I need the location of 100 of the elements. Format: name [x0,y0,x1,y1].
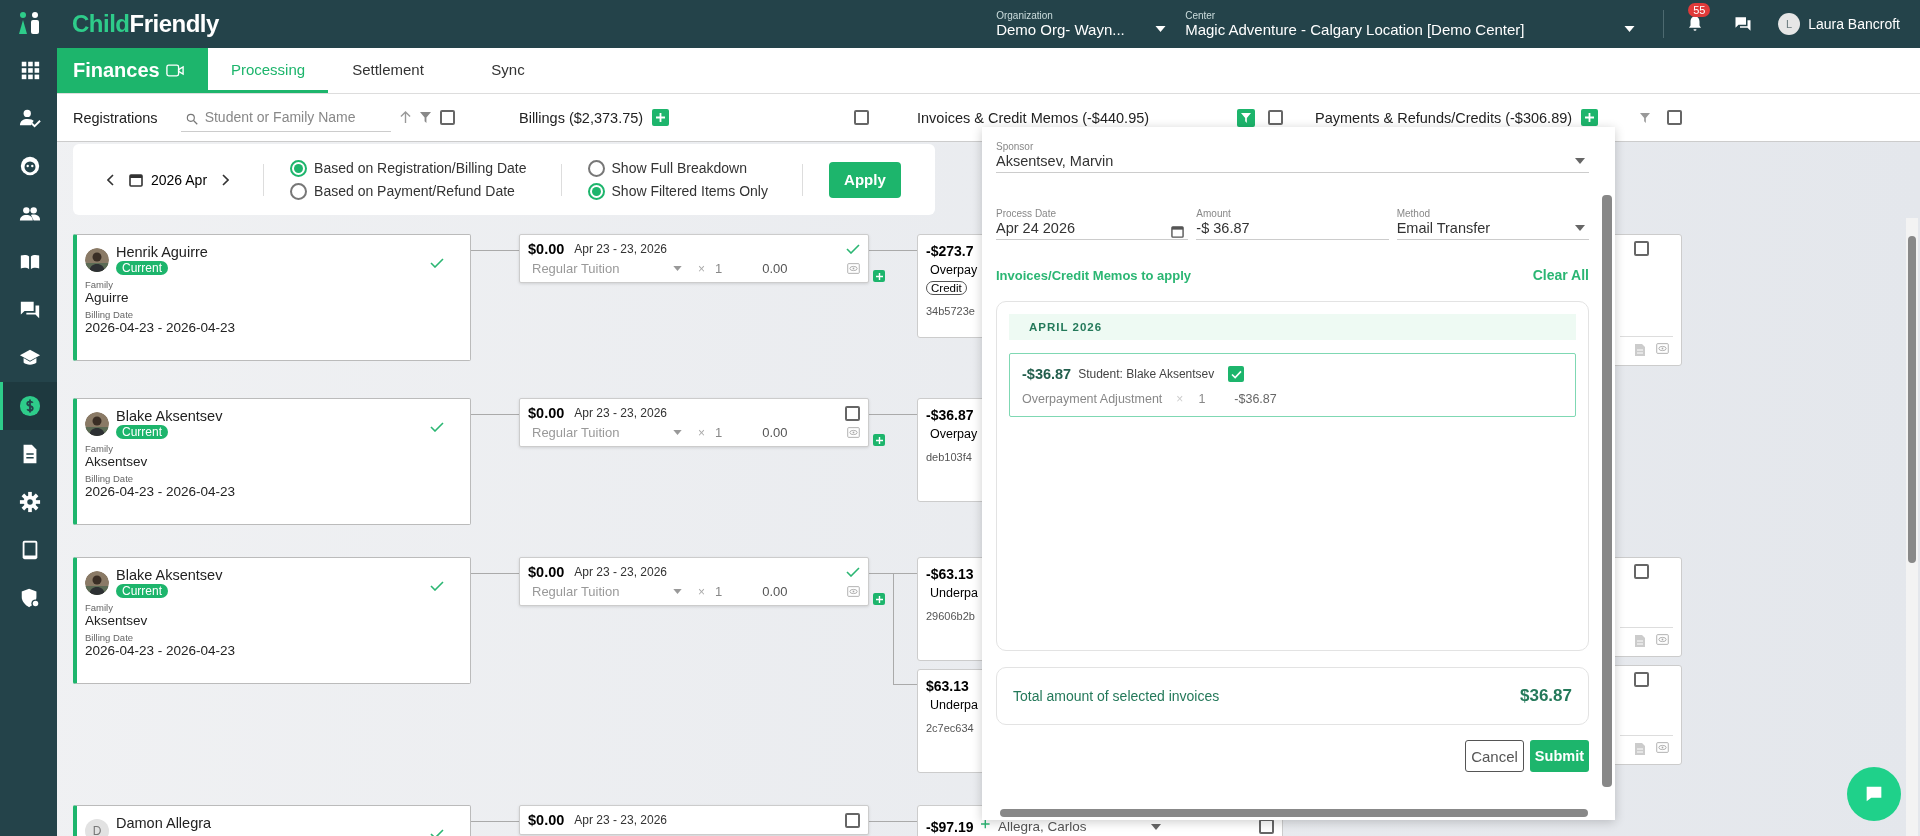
connector-line [471,414,519,415]
period-label: 2026 Apr [151,171,208,188]
billing-dates: 2026-04-23 - 2026-04-23 [85,643,237,658]
registration-card[interactable]: D Damon Allegra [73,805,471,836]
next-icon[interactable] [221,173,230,186]
checkbox[interactable] [439,110,455,125]
field-label: Billing Date [85,632,135,643]
calendar-icon[interactable] [1171,225,1185,238]
add-button[interactable] [873,593,885,605]
student-name: Henrik Aguirre [116,244,208,260]
caret-icon [1624,26,1636,32]
column-title: Billings ($2,373.75) [519,109,644,126]
sort-icon[interactable] [399,111,411,124]
field-label: Sponsor [996,141,1034,152]
add-icon[interactable] [981,819,991,829]
plus-icon [875,436,883,444]
filter-icon[interactable] [419,112,431,123]
add-button[interactable] [873,270,885,282]
field-label: Amount [1196,208,1231,219]
sponsor-select[interactable]: Allegra, Carlos [998,819,1161,834]
field-label: Process Date [996,208,1057,219]
quantity: 1 [1198,392,1206,406]
billing-dates: Apr 23 - 23, 2026 [574,565,668,579]
radio-option[interactable]: Show Filtered Items Only [587,182,768,200]
memo-reference: 34b5723e [926,304,975,317]
checkbox[interactable] [854,110,869,125]
connector-line [471,250,519,251]
calendar-icon[interactable] [129,172,143,187]
invoice-amount: -$36.87 [1022,366,1072,382]
quantity: 1 [715,425,723,440]
billing-card[interactable]: $0.00 Apr 23 - 23, 2026 Regular Tuition × 1 0.00 [519,398,869,447]
add-button[interactable] [652,109,670,126]
dollar-icon[interactable] [0,382,57,430]
line-total: 0.00 [762,584,788,599]
quantity: 1 [715,261,723,276]
checkbox[interactable] [845,405,860,421]
user-avatar[interactable]: L [1778,13,1801,35]
process-date-field[interactable]: Apr 24 2026 [996,219,1189,240]
radio-option[interactable]: Based on Payment/Refund Date [290,182,527,200]
checkbox[interactable] [1228,366,1245,382]
checkbox[interactable] [1268,110,1283,125]
invoice-item[interactable]: -$36.87 Student: Blake Aksentsev Overpayment Adjustment × 1 -$36.87 [1009,353,1576,417]
filter-button[interactable] [1237,108,1255,127]
center-select[interactable]: Center Magic Adventure - Calgary Location [Demo Center] [1185,10,1638,38]
line-total: 0.00 [762,261,788,276]
field-label: Family [85,443,114,454]
registration-card[interactable]: Blake Aksentsev Current Family Aksentsev Billing Date 2026-04-23 - 2026-04-23 [73,398,471,525]
organization-select[interactable]: Organization Demo Org- Wayn... [996,10,1169,38]
previous-icon[interactable] [107,173,115,186]
column-title: Payments & Refunds/Credits (-$306.89) [1315,109,1573,126]
student-label: Student: Blake Aksentsev [1078,367,1215,381]
scrollbar[interactable] [1906,218,1918,836]
memo-amount: -$97.19 [926,819,974,835]
memo-amount: $63.13 [926,678,969,694]
tab[interactable]: Settlement [328,48,448,93]
caret-icon [673,589,682,594]
checkbox[interactable] [1634,672,1649,687]
billing-dates: 2026-04-23 - 2026-04-23 [85,320,237,335]
add-button[interactable] [1581,109,1599,126]
checkbox[interactable] [845,812,860,828]
line-total: 0.00 [762,425,788,440]
radio-option[interactable]: Show Full Breakdown [587,159,768,177]
memo-amount: -$273.7 [926,243,974,259]
section-title: Invoices/Credit Memos to apply [996,267,1192,283]
memo-description: Overpay [930,263,978,277]
memo-description: Underpa [930,698,978,712]
user-name[interactable]: Laura Bancroft [1808,16,1900,32]
tab[interactable]: Sync [448,48,568,93]
add-button[interactable] [873,434,885,446]
cancel-button[interactable]: Cancel [1465,740,1524,772]
memo-description: Overpay [930,427,978,441]
billing-dates: Apr 23 - 23, 2026 [574,242,668,256]
checkbox[interactable] [1667,110,1682,125]
billing-amount: $0.00 [528,241,565,257]
caret-icon[interactable] [1575,225,1585,231]
status-tag: Current [116,261,168,275]
invoice-description: Overpayment Adjustment [1022,392,1163,406]
total-label: Total amount of selected invoices [1013,688,1220,704]
sponsor-select[interactable]: Aksentsev, Marvin [996,152,1589,173]
help-video-icon[interactable] [165,63,184,78]
quantity: 1 [715,584,723,599]
times-sign: × [1176,392,1184,406]
field-label: Family [85,279,114,290]
radio-option[interactable]: Based on Registration/Billing Date [290,159,527,177]
registration-card[interactable]: Henrik Aguirre Current Family Aguirre Billing Date 2026-04-23 - 2026-04-23 [73,234,471,361]
memo-amount: -$63.13 [926,566,974,582]
caret-icon[interactable] [1575,158,1585,164]
method-select[interactable]: Email Transfer [1396,219,1589,240]
total-amount: $36.87 [1520,686,1572,706]
messages-icon[interactable] [1734,15,1753,33]
status-tag: Current [116,584,168,598]
amount-field[interactable]: -$ 36.87 [1196,219,1389,240]
registration-card[interactable]: Blake Aksentsev Current Family Aksentsev Billing Date 2026-04-23 - 2026-04-23 [73,557,471,684]
checkbox[interactable] [1634,564,1649,579]
billing-card[interactable]: $0.00 Apr 23 - 23, 2026 [519,805,869,835]
checkbox[interactable] [1634,241,1649,256]
field-label: Method [1396,208,1430,219]
connector-line [869,414,917,415]
line-total: -$36.87 [1234,392,1277,406]
notification-count: 55 [1688,3,1711,17]
